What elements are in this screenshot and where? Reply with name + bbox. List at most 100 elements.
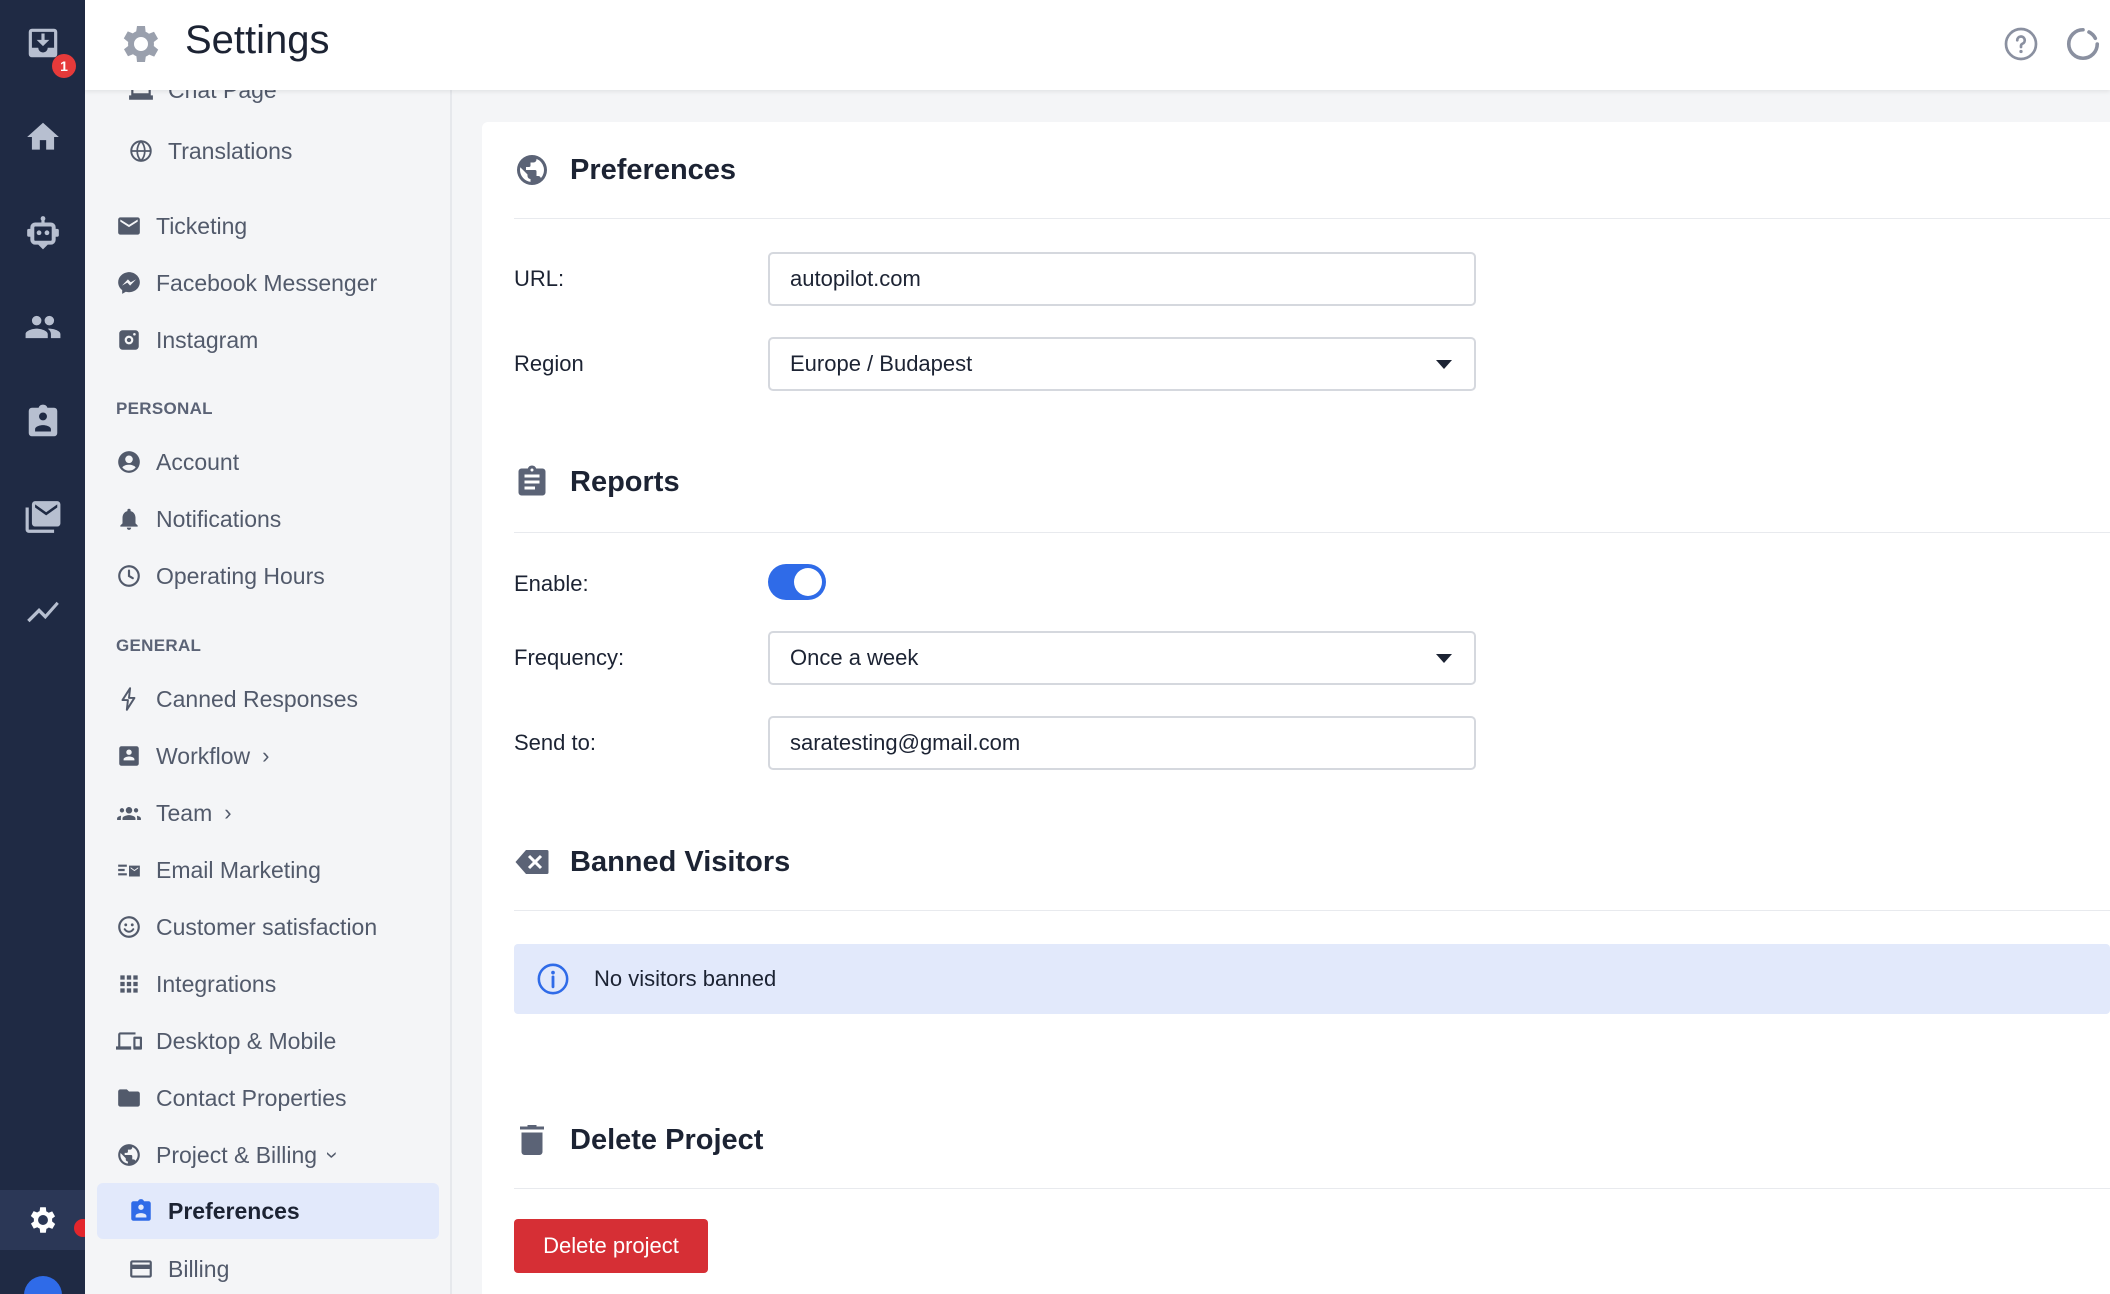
nav-item-notifications[interactable]: Notifications bbox=[116, 495, 281, 543]
nav-item-chat-page[interactable]: Chat Page bbox=[128, 90, 277, 114]
nav-item-account[interactable]: Account bbox=[116, 438, 239, 486]
top-bar: Settings bbox=[85, 0, 2110, 90]
reports-header: Reports bbox=[514, 464, 680, 500]
trash-icon bbox=[520, 1125, 544, 1155]
nav-item-email-marketing[interactable]: Email Marketing bbox=[116, 846, 321, 894]
toggle-knob bbox=[794, 568, 822, 596]
people-icon bbox=[25, 315, 60, 339]
preferences-heading: Preferences bbox=[570, 153, 737, 186]
empty-message: No visitors banned bbox=[594, 966, 777, 991]
caret-down-icon bbox=[1436, 654, 1452, 663]
nav-item-facebook-messenger[interactable]: Facebook Messenger bbox=[116, 259, 377, 307]
globe-icon bbox=[517, 155, 547, 185]
loading-spinner-icon bbox=[2066, 27, 2100, 61]
mail-stack-icon bbox=[25, 501, 60, 533]
grid-icon bbox=[120, 975, 138, 993]
bot-icon bbox=[26, 216, 59, 250]
nav-item-canned-responses[interactable]: Canned Responses bbox=[116, 675, 358, 723]
contacts-button[interactable] bbox=[0, 292, 85, 362]
reports-heading: Reports bbox=[570, 465, 680, 498]
avatar[interactable] bbox=[24, 1276, 62, 1294]
preferences-icon bbox=[131, 1199, 151, 1221]
instagram-icon bbox=[119, 330, 139, 350]
chevron-down-icon: › bbox=[320, 1151, 346, 1159]
settings-rail-button[interactable] bbox=[0, 1190, 85, 1250]
home-icon bbox=[26, 122, 59, 150]
devices-icon bbox=[116, 1032, 142, 1050]
url-label: URL: bbox=[514, 266, 565, 291]
nav-item-preferences[interactable]: Preferences bbox=[128, 1187, 300, 1235]
banned-visitors-empty-notice: No visitors banned bbox=[514, 944, 2110, 1014]
nav-item-translations[interactable]: Translations bbox=[128, 127, 292, 175]
send-to-field[interactable]: saratesting@gmail.com bbox=[768, 716, 1476, 770]
app-rail: 1 bbox=[0, 0, 92, 1294]
enable-label: Enable: bbox=[514, 571, 589, 596]
nav-item-customer-satisfaction[interactable]: Customer satisfaction bbox=[116, 903, 377, 951]
settings-panel: Preferences URL: autopilot.com Region Eu… bbox=[482, 122, 2110, 1294]
url-field[interactable]: autopilot.com bbox=[768, 252, 1476, 306]
gear-icon bbox=[123, 26, 159, 62]
globe-icon bbox=[118, 1144, 140, 1166]
info-icon bbox=[537, 963, 569, 995]
backspace-icon bbox=[515, 850, 549, 874]
globe-icon bbox=[130, 140, 152, 162]
help-icon[interactable] bbox=[2003, 26, 2039, 62]
divider bbox=[514, 532, 2110, 533]
delete-project-button[interactable]: Delete project bbox=[514, 1219, 708, 1273]
nav-item-project-billing[interactable]: Project & Billing › bbox=[116, 1131, 346, 1179]
divider bbox=[514, 1188, 2110, 1189]
smiley-icon bbox=[118, 916, 140, 938]
send-to-label: Send to: bbox=[514, 730, 596, 755]
trending-up-icon bbox=[26, 601, 59, 623]
chevron-right-icon: › bbox=[262, 743, 270, 768]
notification-badge: 1 bbox=[52, 54, 76, 78]
account-circle-icon bbox=[118, 451, 140, 473]
nav-item-contact-properties[interactable]: Contact Properties bbox=[116, 1074, 346, 1122]
divider bbox=[514, 910, 2110, 911]
page-title: Settings bbox=[185, 18, 330, 62]
tickets-button[interactable] bbox=[0, 387, 85, 457]
chevron-right-icon: › bbox=[224, 800, 232, 825]
divider bbox=[514, 218, 2110, 219]
frequency-select[interactable]: Once a week bbox=[768, 631, 1476, 685]
nav-item-team[interactable]: Team › bbox=[116, 789, 232, 837]
settings-nav: Chat Page Translations Ticketing Faceboo… bbox=[85, 90, 452, 1294]
caret-down-icon bbox=[1436, 360, 1452, 369]
nav-section-personal: PERSONAL bbox=[116, 399, 213, 418]
laptop-icon bbox=[129, 90, 153, 100]
nav-item-workflow[interactable]: Workflow › bbox=[116, 732, 269, 780]
email-marketing-icon bbox=[118, 864, 140, 877]
region-label: Region bbox=[514, 351, 584, 376]
home-button[interactable] bbox=[0, 102, 85, 172]
workflow-icon bbox=[119, 746, 139, 766]
bell-icon bbox=[120, 508, 138, 530]
delete-project-header: Delete Project bbox=[514, 1122, 763, 1158]
delete-project-heading: Delete Project bbox=[570, 1123, 764, 1156]
nav-item-desktop-mobile[interactable]: Desktop & Mobile bbox=[116, 1017, 336, 1065]
nav-item-billing[interactable]: Billing bbox=[128, 1245, 229, 1293]
credit-card-icon bbox=[130, 1260, 152, 1278]
assignment-icon bbox=[28, 404, 57, 437]
team-icon bbox=[117, 807, 141, 821]
frequency-label: Frequency: bbox=[514, 645, 625, 670]
nav-section-general: GENERAL bbox=[116, 636, 202, 655]
envelope-icon bbox=[118, 217, 140, 235]
clock-icon bbox=[118, 565, 140, 587]
banned-visitors-heading: Banned Visitors bbox=[570, 845, 791, 878]
messenger-icon bbox=[118, 272, 140, 294]
analytics-button[interactable] bbox=[0, 577, 85, 647]
bolt-icon bbox=[121, 687, 136, 711]
nav-item-ticketing[interactable]: Ticketing bbox=[116, 202, 247, 250]
bot-button[interactable] bbox=[0, 197, 85, 267]
nav-item-integrations[interactable]: Integrations bbox=[116, 960, 276, 1008]
nav-item-operating-hours[interactable]: Operating Hours bbox=[116, 552, 325, 600]
preferences-header: Preferences bbox=[514, 152, 736, 188]
banned-visitors-header: Banned Visitors bbox=[514, 844, 790, 880]
reports-enable-toggle[interactable] bbox=[768, 564, 826, 600]
gear-icon bbox=[30, 1207, 55, 1233]
folder-icon bbox=[118, 1089, 140, 1107]
nav-item-instagram[interactable]: Instagram bbox=[116, 316, 258, 364]
clipboard-icon bbox=[518, 465, 546, 496]
region-select[interactable]: Europe / Budapest bbox=[768, 337, 1476, 391]
messages-button[interactable] bbox=[0, 482, 85, 552]
